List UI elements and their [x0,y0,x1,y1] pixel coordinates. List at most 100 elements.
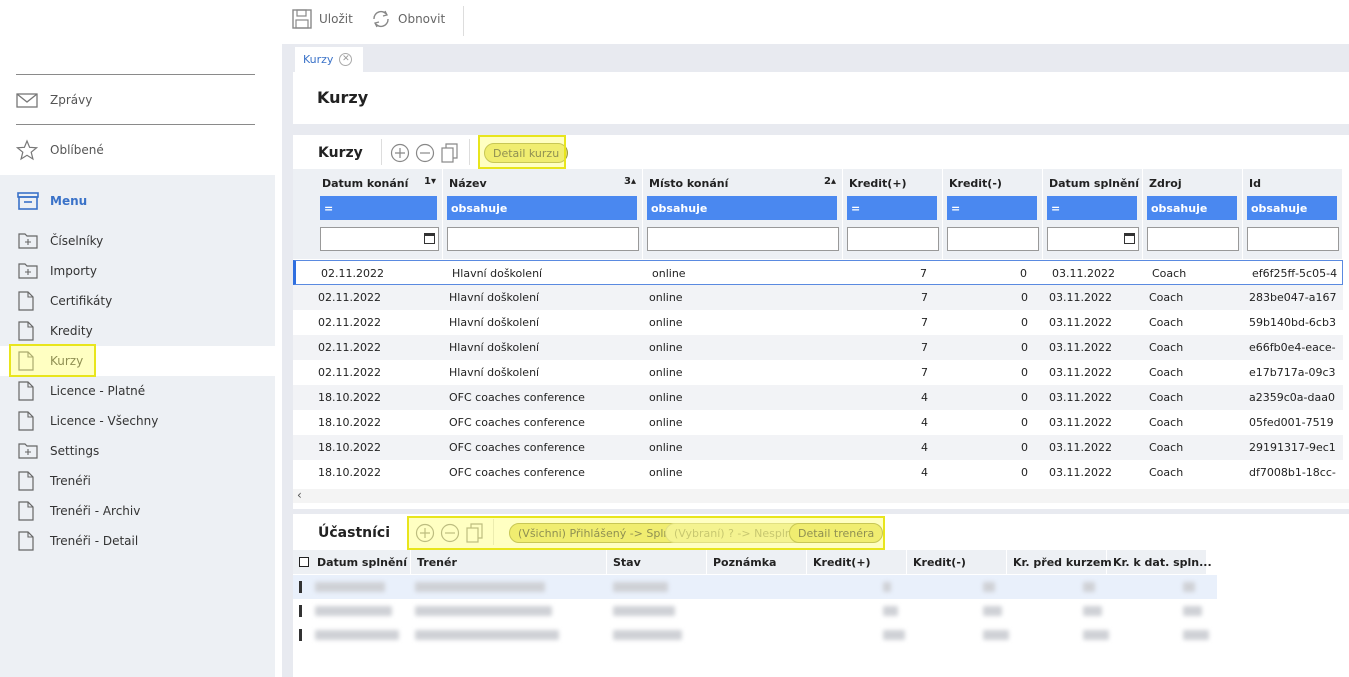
filter-input[interactable] [947,227,1039,251]
filter-input[interactable] [847,227,939,251]
column-header[interactable]: Kredit(-) [907,550,1007,574]
column-header[interactable]: Zdroj obsahuje [1143,169,1243,259]
table-cell: Coach [1149,441,1184,454]
column-header[interactable]: Kr. před kurzem [1007,550,1112,574]
selected-failed-button[interactable]: (Vybraní) ? -> Nesplnil [665,523,807,543]
column-header[interactable]: Stav [607,550,707,574]
sidebar-item-licence-všechny[interactable]: Licence - Všechny [0,406,275,436]
all-passed-button[interactable]: (Všichni) Přihlášený -> Splnil [509,523,686,543]
column-header[interactable]: Kredit(+) = [843,169,943,259]
table-row[interactable] [293,623,1217,647]
column-header[interactable]: Název 3▴ obsahuje [443,169,643,259]
sort-indicator[interactable]: 1▾ [424,176,436,187]
filter-operator[interactable]: = [320,196,437,220]
table-row[interactable]: 02.11.2022 Hlavní doškolení online 7 0 03.11.… [293,285,1343,310]
sidebar-item-importy[interactable]: Importy [0,256,275,286]
table-cell: 03.11.2022 [1049,291,1112,304]
filter-operator[interactable]: obsahuje [447,196,637,220]
column-header[interactable]: Datum splnění = [1043,169,1143,259]
sidebar-item-messages[interactable]: Zprávy [0,80,275,120]
sidebar-item-kurzy[interactable]: Kurzy [0,346,275,376]
column-header[interactable]: Id obsahuje [1243,169,1343,259]
calendar-icon[interactable] [1124,233,1135,244]
column-header[interactable]: Datum konání 1▾ = [316,169,443,259]
column-header[interactable]: Trenér [411,550,607,574]
table-row[interactable]: 02.11.2022 Hlavní doškolení online 7 0 03.11.… [293,260,1343,285]
grid-header: Datum konání 1▾ = Název 3▴ obsahuje Místo koná… [293,169,1343,259]
select-all-checkbox[interactable] [299,557,309,567]
table-row[interactable]: 18.10.2022 OFC coaches conference online 4 0… [293,410,1343,435]
column-header[interactable]: Kr. k dat. spln... [1107,550,1212,574]
sidebar-item-číselníky[interactable]: Číselníky [0,226,275,256]
table-row[interactable]: 18.10.2022 OFC coaches conference online 4 0… [293,385,1343,410]
filter-input[interactable] [647,227,839,251]
column-header[interactable]: Poznámka [707,550,807,574]
filter-operator[interactable]: = [947,196,1037,220]
table-row[interactable]: 02.11.2022 Hlavní doškolení online 7 0 03.11.… [293,335,1343,360]
filter-input[interactable] [1247,227,1339,251]
filter-input[interactable] [1147,227,1239,251]
sidebar: Zprávy Oblíbené Menu Číselníky Importy Cer… [0,0,275,677]
tab-kurzy[interactable]: Kurzy ✕ [295,47,363,72]
add-icon[interactable] [415,523,435,543]
sidebar-item-trenéři-archiv[interactable]: Trenéři - Archiv [0,496,275,526]
sort-indicator[interactable]: 3▴ [624,176,636,187]
redacted-cell [1183,582,1195,592]
sidebar-item-licence-platné[interactable]: Licence - Platné [0,376,275,406]
filter-operator[interactable]: = [1047,196,1137,220]
table-row[interactable]: 18.10.2022 OFC coaches conference online 4 0… [293,460,1343,485]
table-cell: 02.11.2022 [318,291,381,304]
table-cell: 02.11.2022 [318,316,381,329]
column-header[interactable]: Místo konání 2▴ obsahuje [643,169,843,259]
table-row[interactable]: 18.10.2022 OFC coaches conference online 4 0… [293,435,1343,460]
remove-icon[interactable] [440,523,460,543]
column-header[interactable]: Kredit(-) = [943,169,1043,259]
filter-operator[interactable]: obsahuje [1247,196,1337,220]
sidebar-item-certifikáty[interactable]: Certifikáty [0,286,275,316]
filter-operator[interactable]: obsahuje [647,196,837,220]
column-header[interactable]: Datum splnění [311,550,411,574]
horizontal-scrollbar[interactable]: ‹ [293,488,1349,503]
filter-operator[interactable]: obsahuje [1147,196,1237,220]
column-title: Zdroj [1149,177,1182,190]
filter-input[interactable] [320,227,439,251]
redacted-cell [983,582,995,592]
table-cell: Coach [1152,267,1187,280]
sidebar-divider [16,74,255,75]
row-checkbox[interactable] [299,605,302,617]
calendar-icon[interactable] [424,233,435,244]
table-row[interactable]: 02.11.2022 Hlavní doškolení online 7 0 03.11.… [293,310,1343,335]
filter-operator[interactable]: = [847,196,937,220]
sidebar-item-trenéři[interactable]: Trenéři [0,466,275,496]
sidebar-item-kredity[interactable]: Kredity [0,316,275,346]
column-title: Kredit(-) [949,177,1002,190]
add-icon[interactable] [390,143,410,163]
sort-indicator[interactable]: 2▴ [824,176,836,187]
filter-input[interactable] [447,227,639,251]
page-title: Kurzy [317,88,369,107]
table-row[interactable] [293,575,1217,599]
copy-icon[interactable] [465,522,485,544]
scroll-left-icon[interactable]: ‹ [297,488,302,502]
table-row[interactable] [293,599,1217,623]
column-header[interactable]: Kredit(+) [807,550,907,574]
row-checkbox[interactable] [299,629,302,641]
filter-input[interactable] [1047,227,1139,251]
folder-icon [18,441,38,462]
row-checkbox[interactable] [299,581,302,593]
detail-trainer-button[interactable]: Detail trenéra [789,523,884,543]
refresh-button[interactable]: Obnovit [370,8,445,30]
detail-course-button[interactable]: Detail kurzu [484,143,569,163]
remove-icon[interactable] [415,143,435,163]
menu-header[interactable]: Menu [0,186,275,216]
sidebar-item-settings[interactable]: Settings [0,436,275,466]
redacted-cell [883,582,891,592]
copy-icon[interactable] [440,142,460,164]
sidebar-item-label: Kurzy [50,354,84,368]
table-row[interactable]: 02.11.2022 Hlavní doškolení online 7 0 03.11.… [293,360,1343,385]
sidebar-item-trenéři-detail[interactable]: Trenéři - Detail [0,526,275,556]
close-icon[interactable]: ✕ [339,53,353,66]
document-icon [18,501,34,524]
sidebar-item-favorites[interactable]: Oblíbené [0,130,275,170]
save-button[interactable]: Uložit [291,8,353,30]
